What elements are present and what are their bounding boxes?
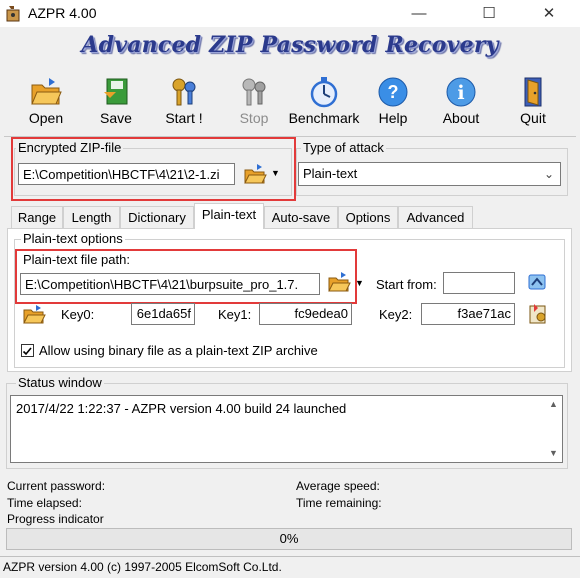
keys-icon (172, 78, 196, 106)
save-label: Save (100, 110, 132, 126)
maximize-button[interactable]: ☐ (466, 0, 512, 27)
scroll-down-icon[interactable]: ▼ (545, 445, 562, 462)
save-button[interactable]: Save (83, 76, 149, 132)
start-button[interactable]: Start ! (151, 76, 217, 132)
attack-type-select[interactable]: Plain-text ⌄ (298, 162, 561, 186)
plain-text-path-highlight (15, 249, 357, 304)
quit-button[interactable]: Quit (500, 76, 566, 132)
status-log[interactable]: 2017/4/22 1:22:37 - AZPR version 4.00 bu… (10, 395, 563, 463)
time-remaining-label: Time remaining: (296, 496, 382, 510)
tab-dictionary[interactable]: Dictionary (120, 206, 194, 228)
benchmark-button[interactable]: Benchmark (287, 76, 361, 132)
benchmark-label: Benchmark (288, 110, 360, 126)
progress-text: 0% (279, 531, 299, 546)
svg-text:?: ? (388, 82, 399, 102)
tab-plain-text[interactable]: Plain-text (194, 203, 264, 229)
stopwatch-icon (310, 77, 338, 108)
key0-input[interactable]: 6e1da65f (131, 303, 195, 325)
tab-range[interactable]: Range (11, 206, 63, 228)
load-keys-button[interactable] (22, 304, 46, 326)
chevron-down-icon: ⌄ (543, 167, 554, 181)
key0-label: Key0: (61, 307, 95, 322)
start-from-input[interactable] (443, 272, 515, 294)
stop-label: Stop (239, 110, 269, 126)
help-button[interactable]: ? Help (360, 76, 426, 132)
minimize-button[interactable]: — (396, 0, 442, 27)
status-window-label: Status window (16, 375, 104, 390)
network-arrows-icon (528, 274, 546, 290)
average-speed-label: Average speed: (296, 479, 380, 493)
tab-auto-save[interactable]: Auto-save (264, 206, 338, 228)
allow-binary-checkbox[interactable] (21, 344, 34, 357)
key1-label: Key1: (218, 307, 252, 322)
app-banner: Advanced ZIP Password Recovery (81, 32, 499, 58)
scroll-up-icon[interactable]: ▲ (545, 396, 562, 413)
window-title: AZPR 4.00 (28, 5, 97, 21)
title-bar: AZPR 4.00 — ☐ ✕ (0, 0, 580, 27)
progress-bar: 0% (6, 528, 572, 550)
help-icon: ? (378, 77, 408, 107)
svg-text:i: i (457, 82, 464, 104)
info-icon: i (446, 77, 476, 107)
current-password-label: Current password: (7, 479, 106, 493)
progress-indicator-label: Progress indicator (7, 512, 104, 526)
quit-label: Quit (520, 110, 546, 126)
key2-label: Key2: (379, 307, 413, 322)
app-icon (6, 4, 22, 22)
start-from-label: Start from: (376, 277, 437, 292)
status-bar-text: AZPR version 4.00 (c) 1997-2005 ElcomSof… (3, 560, 282, 574)
checkmark-icon (22, 347, 32, 356)
find-keys-button[interactable] (526, 272, 548, 294)
allow-binary-label: Allow using binary file as a plain-text … (39, 343, 318, 358)
close-button[interactable]: ✕ (526, 0, 572, 27)
open-button[interactable]: Open (13, 76, 79, 132)
key1-input[interactable]: fc9edea0 (259, 303, 352, 325)
save-keys-icon (529, 304, 546, 324)
keys-disabled-icon (242, 78, 266, 106)
save-icon (104, 78, 128, 105)
key2-input[interactable]: f3ae71ac (421, 303, 515, 325)
encrypted-zip-highlight (11, 137, 296, 201)
time-elapsed-label: Time elapsed: (7, 496, 82, 510)
attack-type-value: Plain-text (303, 166, 358, 181)
open-folder-icon (23, 305, 46, 324)
open-label: Open (28, 110, 64, 126)
status-bar: AZPR version 4.00 (c) 1997-2005 ElcomSof… (0, 556, 580, 578)
tab-length[interactable]: Length (63, 206, 120, 228)
tab-advanced[interactable]: Advanced (398, 206, 473, 228)
attack-type-label: Type of attack (301, 140, 386, 155)
exit-door-icon (524, 77, 542, 107)
tab-options[interactable]: Options (338, 206, 398, 228)
status-line: 2017/4/22 1:22:37 - AZPR version 4.00 bu… (16, 401, 347, 416)
about-label: About (442, 110, 480, 126)
help-label: Help (378, 110, 408, 126)
about-button[interactable]: i About (428, 76, 494, 132)
save-keys-button[interactable] (526, 302, 550, 326)
open-folder-icon (31, 78, 62, 105)
stop-button[interactable]: Stop (221, 76, 287, 132)
plain-text-options-label: Plain-text options (21, 231, 125, 246)
start-label: Start ! (165, 110, 203, 126)
